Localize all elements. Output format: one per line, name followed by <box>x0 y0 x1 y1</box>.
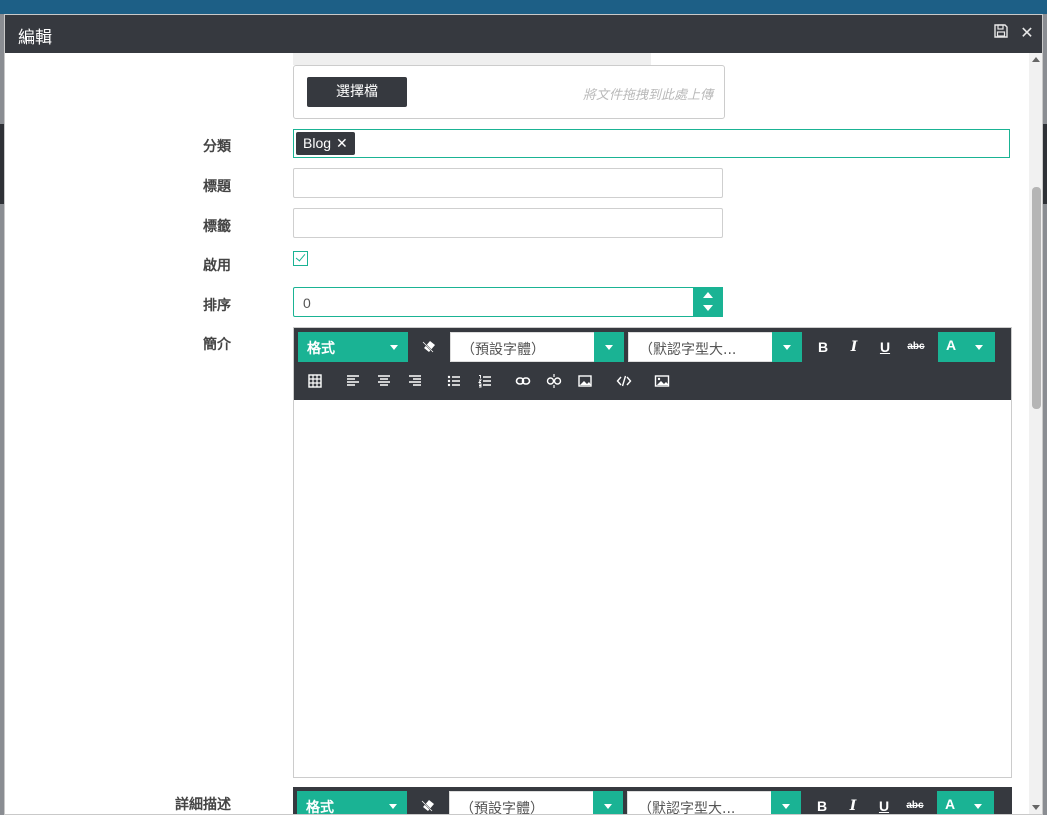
title-label: 標題 <box>203 179 231 195</box>
format-label: 格式 <box>306 800 334 815</box>
summary-editor: 格式 （預設字體） （默認字型大... B I U abc A <box>293 327 1012 778</box>
order-label: 排序 <box>203 298 231 314</box>
title-input[interactable] <box>293 168 723 198</box>
tags-label: 標籤 <box>203 219 231 235</box>
font-size-toggle <box>771 791 801 814</box>
editor-toolbar: 格式 （預設字體） （默認字型大... B I U abc A <box>293 787 1012 815</box>
chevron-down-icon <box>390 345 398 350</box>
font-size-dropdown[interactable]: （默認字型大... <box>627 791 801 815</box>
text-color-dropdown[interactable]: A <box>938 332 995 362</box>
chevron-down-icon <box>783 345 791 350</box>
scroll-down-icon[interactable] <box>1032 805 1040 810</box>
details-editor: 格式 （預設字體） （默認字型大... B I U abc A <box>293 787 1012 815</box>
bold-button[interactable]: B <box>810 794 834 814</box>
chevron-down-icon <box>389 804 397 809</box>
decrement-icon[interactable] <box>703 305 713 311</box>
summary-editor-area[interactable] <box>294 400 1011 777</box>
edit-dialog: 編輯 ✕ 選擇檔 將文件拖拽到此處上傳 分類 Blog ✕ 標題 標籤 啟用 排序… <box>4 14 1043 815</box>
table-icon[interactable] <box>303 369 327 393</box>
summary-label: 簡介 <box>203 337 231 353</box>
font-family-label: （預設字體） <box>460 801 544 815</box>
tag-chip: Blog ✕ <box>296 132 355 155</box>
italic-button[interactable]: I <box>841 794 865 814</box>
enabled-checkbox[interactable] <box>293 251 308 266</box>
chevron-down-icon <box>604 804 612 809</box>
font-size-toggle <box>772 332 802 362</box>
align-center-icon[interactable] <box>372 369 396 393</box>
underline-button[interactable]: U <box>872 794 896 814</box>
format-dropdown[interactable]: 格式 <box>297 791 407 815</box>
dialog-title: 編輯 <box>18 28 52 48</box>
font-size-label: （默認字型大... <box>638 801 736 815</box>
chevron-down-icon <box>975 345 983 350</box>
order-value: 0 <box>303 295 311 311</box>
image-icon[interactable] <box>573 369 597 393</box>
drop-hint: 將文件拖拽到此處上傳 <box>582 88 713 103</box>
font-size-dropdown[interactable]: （默認字型大... <box>628 332 802 362</box>
font-family-toggle <box>594 332 624 362</box>
strikethrough-button[interactable]: abc <box>904 335 928 359</box>
background-header <box>0 0 1047 14</box>
choose-file-button[interactable]: 選擇檔 <box>307 77 407 107</box>
upload-preview <box>293 53 651 65</box>
tags-input[interactable] <box>293 208 723 238</box>
order-number-input[interactable]: 0 <box>293 287 723 317</box>
font-family-label: （預設字體） <box>461 342 545 358</box>
link-icon[interactable] <box>511 369 535 393</box>
font-family-dropdown[interactable]: （預設字體） <box>450 332 624 362</box>
font-size-label: （默認字型大... <box>639 342 737 358</box>
align-left-icon[interactable] <box>341 369 365 393</box>
file-dropzone[interactable]: 選擇檔 將文件拖拽到此處上傳 <box>293 65 725 119</box>
strikethrough-button[interactable]: abc <box>903 794 927 814</box>
category-tag-input[interactable]: Blog ✕ <box>293 129 1010 158</box>
save-icon[interactable] <box>991 24 1011 44</box>
format-dropdown[interactable]: 格式 <box>298 332 408 362</box>
underline-button[interactable]: U <box>873 335 897 359</box>
order-spinner <box>693 287 723 317</box>
chevron-down-icon <box>605 345 613 350</box>
check-icon <box>295 251 306 262</box>
bold-button[interactable]: B <box>811 335 835 359</box>
picture-icon[interactable] <box>650 369 674 393</box>
code-view-icon[interactable] <box>612 369 636 393</box>
scrollbar-thumb[interactable] <box>1032 187 1041 409</box>
enabled-label: 啟用 <box>203 258 231 274</box>
dialog-body: 選擇檔 將文件拖拽到此處上傳 分類 Blog ✕ 標題 標籤 啟用 排序 0 簡介… <box>5 53 1029 815</box>
ordered-list-icon[interactable] <box>473 369 497 393</box>
dialog-titlebar: 編輯 ✕ <box>5 15 1042 53</box>
text-color-dropdown[interactable]: A <box>937 791 994 814</box>
align-right-icon[interactable] <box>403 369 427 393</box>
toolbar-row: 格式 （預設字體） （默認字型大... B I U abc A <box>294 328 1011 364</box>
eraser-icon[interactable] <box>417 334 441 358</box>
chevron-down-icon <box>782 804 790 809</box>
format-label: 格式 <box>307 341 335 357</box>
details-label: 詳細描述 <box>175 797 231 813</box>
unordered-list-icon[interactable] <box>442 369 466 393</box>
remove-tag-icon[interactable]: ✕ <box>336 135 348 151</box>
text-color-label: A <box>946 337 957 353</box>
scroll-up-icon[interactable] <box>1032 57 1040 62</box>
vertical-scrollbar[interactable] <box>1029 53 1042 814</box>
toolbar-row <box>294 364 1011 400</box>
increment-icon[interactable] <box>703 292 713 298</box>
eraser-icon[interactable] <box>416 793 440 814</box>
category-label: 分類 <box>203 139 231 155</box>
chevron-down-icon <box>974 804 982 809</box>
toolbar-row: 格式 （預設字體） （默認字型大... B I U abc A <box>293 787 1012 815</box>
font-family-dropdown[interactable]: （預設字體） <box>449 791 623 815</box>
font-family-toggle <box>593 791 623 814</box>
text-color-label: A <box>945 796 956 812</box>
editor-toolbar: 格式 （預設字體） （默認字型大... B I U abc A <box>294 328 1011 400</box>
tag-chip-label: Blog <box>303 135 332 151</box>
unlink-icon[interactable] <box>542 369 566 393</box>
close-icon[interactable]: ✕ <box>1017 24 1037 44</box>
italic-button[interactable]: I <box>842 335 866 359</box>
